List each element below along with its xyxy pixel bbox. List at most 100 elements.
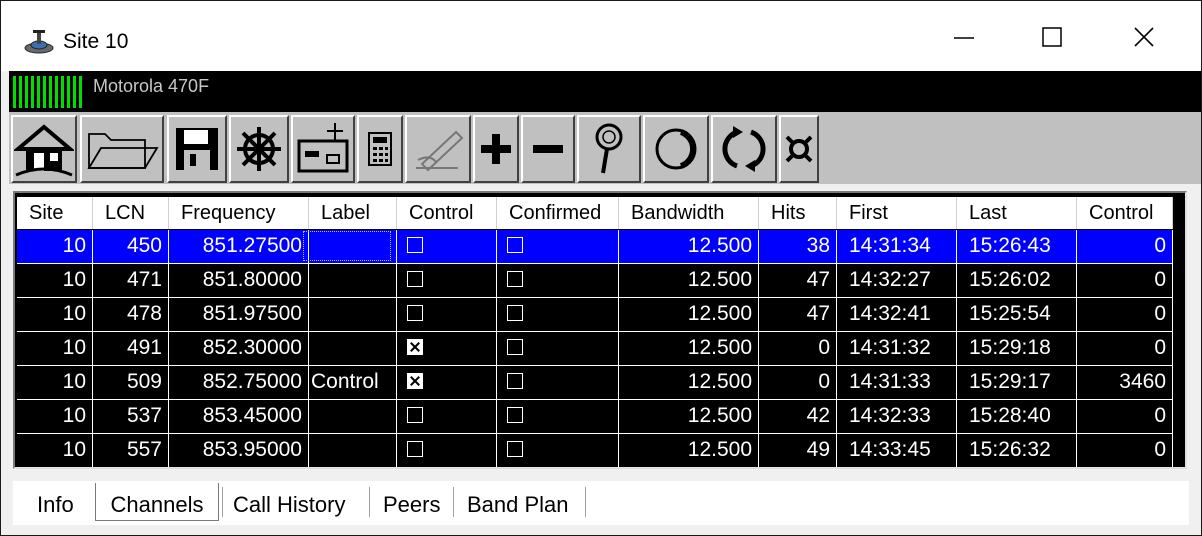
radio-button[interactable] <box>291 115 355 183</box>
site-window: Site 10 Motorola 470F Site LCN Frequency… <box>0 0 1202 536</box>
confirmed-checkbox[interactable] <box>507 373 523 389</box>
header-label[interactable]: Label <box>309 197 397 229</box>
folder-open-icon <box>87 133 159 169</box>
currency-icon <box>785 135 813 163</box>
home-button[interactable] <box>11 115 77 183</box>
add-button[interactable] <box>473 115 519 183</box>
cell-site: 10 <box>17 400 93 434</box>
cell-last: 15:28:40 <box>957 400 1077 434</box>
remove-button[interactable] <box>521 115 575 183</box>
cell-control[interactable] <box>397 264 497 298</box>
cell-label[interactable] <box>309 264 397 298</box>
channels-grid[interactable]: Site LCN Frequency Label Control Confirm… <box>13 191 1187 469</box>
radio-icon <box>297 123 349 173</box>
control-checkbox[interactable] <box>407 305 423 321</box>
table-row[interactable]: 10 478 851.97500 12.500 47 14:32:41 15:25:54 0 <box>17 298 1173 332</box>
edit-button[interactable] <box>405 115 471 183</box>
confirmed-checkbox[interactable] <box>507 407 523 423</box>
window-title: Site 10 <box>63 30 129 53</box>
tab-peers[interactable]: Peers <box>383 483 440 521</box>
cell-label[interactable] <box>309 230 397 264</box>
cell-frequency: 853.95000 <box>169 434 309 467</box>
control-checkbox[interactable] <box>407 407 423 423</box>
header-site[interactable]: Site <box>17 197 93 229</box>
table-row[interactable]: 10 491 852.30000 12.500 0 14:31:32 15:29:18 0 <box>17 332 1173 366</box>
cell-confirmed[interactable] <box>497 264 619 298</box>
control-checkbox[interactable] <box>407 339 423 355</box>
cell-label[interactable] <box>309 298 397 332</box>
cell-control[interactable] <box>397 230 497 264</box>
table-row[interactable]: 10 450 851.27500 12.500 38 14:31:34 15:26:43 0 <box>17 230 1173 264</box>
ship-wheel-icon <box>237 127 281 171</box>
control-checkbox[interactable] <box>407 271 423 287</box>
cell-control[interactable] <box>397 332 497 366</box>
search-button[interactable] <box>577 115 641 183</box>
scan-button[interactable] <box>643 115 709 183</box>
confirmed-checkbox[interactable] <box>507 305 523 321</box>
control-checkbox[interactable] <box>407 237 423 253</box>
table-row[interactable]: 10 537 853.45000 12.500 42 14:32:33 15:28:40 0 <box>17 400 1173 434</box>
cell-first: 14:31:32 <box>837 332 957 366</box>
cell-label[interactable] <box>309 434 397 467</box>
confirmed-checkbox[interactable] <box>507 271 523 287</box>
cell-control-count: 3460 <box>1077 366 1173 400</box>
cell-label[interactable] <box>309 332 397 366</box>
cell-control[interactable] <box>397 366 497 400</box>
tab-info[interactable]: Info <box>37 483 74 521</box>
cell-first: 14:31:33 <box>837 366 957 400</box>
header-lcn[interactable]: LCN <box>93 197 169 229</box>
cell-last: 15:26:02 <box>957 264 1077 298</box>
header-control-count[interactable]: Control <box>1077 197 1173 229</box>
table-row[interactable]: 10 471 851.80000 12.500 47 14:32:27 15:26:02 0 <box>17 264 1173 298</box>
title-bar[interactable]: Site 10 <box>1 1 1201 71</box>
misc-button[interactable] <box>779 115 819 183</box>
table-row[interactable]: 10 557 853.95000 12.500 49 14:33:45 15:26:32 0 <box>17 434 1173 467</box>
maximize-button[interactable] <box>1029 15 1075 59</box>
cell-confirmed[interactable] <box>497 366 619 400</box>
calculator-button[interactable] <box>357 115 403 183</box>
header-confirmed[interactable]: Confirmed <box>497 197 619 229</box>
header-first[interactable]: First <box>837 197 957 229</box>
cell-control[interactable] <box>397 434 497 467</box>
cell-confirmed[interactable] <box>497 298 619 332</box>
tab-band-plan[interactable]: Band Plan <box>467 483 569 521</box>
cell-confirmed[interactable] <box>497 400 619 434</box>
cell-label[interactable]: Control <box>309 366 397 400</box>
header-control[interactable]: Control <box>397 197 497 229</box>
confirmed-checkbox[interactable] <box>507 441 523 457</box>
tab-call-history[interactable]: Call History <box>233 483 345 521</box>
cell-control[interactable] <box>397 298 497 332</box>
search-icon <box>595 123 623 174</box>
close-button[interactable] <box>1121 15 1167 59</box>
header-hits[interactable]: Hits <box>759 197 837 229</box>
minus-icon <box>533 145 563 153</box>
control-checkbox[interactable] <box>407 373 423 389</box>
header-last[interactable]: Last <box>957 197 1077 229</box>
refresh-button[interactable] <box>711 115 777 183</box>
open-button[interactable] <box>80 115 164 183</box>
cell-confirmed[interactable] <box>497 230 619 264</box>
close-icon <box>1134 27 1154 47</box>
confirmed-checkbox[interactable] <box>507 339 523 355</box>
control-checkbox[interactable] <box>407 441 423 457</box>
cell-control-count: 0 <box>1077 264 1173 298</box>
cell-site: 10 <box>17 332 93 366</box>
cell-confirmed[interactable] <box>497 434 619 467</box>
cell-label[interactable] <box>309 400 397 434</box>
table-row[interactable]: 10 509 852.75000 Control 12.500 0 14:31:33 15:2… <box>17 366 1173 400</box>
save-button[interactable] <box>167 115 227 183</box>
tab-channels[interactable]: Channels <box>95 483 219 521</box>
cell-control[interactable] <box>397 400 497 434</box>
cell-site: 10 <box>17 230 93 264</box>
header-frequency[interactable]: Frequency <box>169 197 309 229</box>
minimize-button[interactable] <box>941 15 987 59</box>
confirmed-checkbox[interactable] <box>507 237 523 253</box>
cell-confirmed[interactable] <box>497 332 619 366</box>
header-bandwidth[interactable]: Bandwidth <box>619 197 759 229</box>
settings-button[interactable] <box>229 115 289 183</box>
cell-control-count: 0 <box>1077 400 1173 434</box>
cell-last: 15:29:17 <box>957 366 1077 400</box>
cell-site: 10 <box>17 366 93 400</box>
device-status-bar: Motorola 470F <box>9 71 1201 112</box>
tab-separator <box>222 487 223 517</box>
